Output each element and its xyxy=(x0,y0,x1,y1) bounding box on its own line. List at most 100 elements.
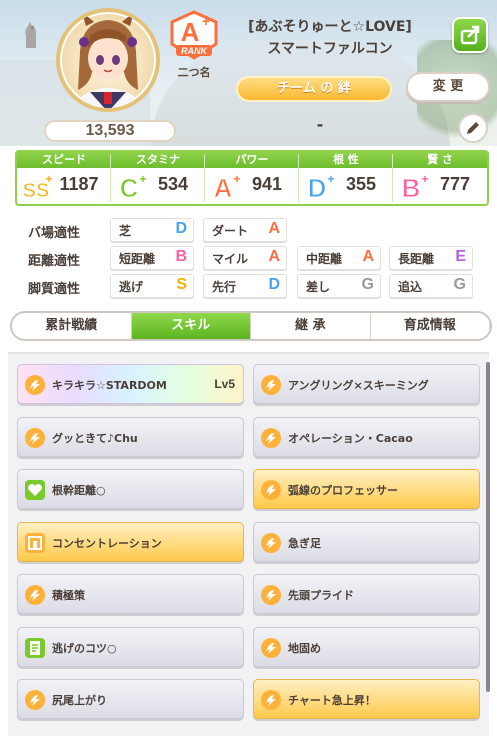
rank-grade: A xyxy=(181,17,200,47)
tab-2[interactable]: 継 承 xyxy=(251,313,371,339)
pencil-icon xyxy=(467,122,479,134)
aptitude-cell: 中距離 A xyxy=(297,246,381,270)
stat-grade-icon: B + xyxy=(401,172,428,202)
stat-value: 534 xyxy=(157,174,189,194)
speed-icon xyxy=(261,690,281,710)
change-button[interactable]: 変 更 xyxy=(406,72,490,102)
aptitude-cell: マイル A xyxy=(203,246,287,270)
trainer-name: [あぶそりゅーと☆LOVE] xyxy=(248,19,412,35)
profile-header: 13,593 A + RANK 二つ名 [あぶそりゅーと☆LOVE] スマートフ… xyxy=(0,0,497,146)
fan-score: 13,593 xyxy=(44,120,176,142)
aptitude-grade: A xyxy=(268,248,280,265)
gate-icon xyxy=(25,532,45,553)
skill-list: キラキラ☆STARDOM Lv5 アングリング×スキーミンググッときて♪Chu オペレ… xyxy=(8,352,489,736)
aptitude-grade: D xyxy=(268,276,280,293)
skill-name: キラキラ☆STARDOM xyxy=(52,379,167,392)
aptitude-grade: A xyxy=(268,220,280,237)
rank-plus-icon: + xyxy=(202,13,210,29)
heart-icon xyxy=(25,480,45,500)
skill-item[interactable]: 先頭プライド xyxy=(253,574,480,614)
speed-icon xyxy=(261,637,281,658)
speed-icon xyxy=(261,375,281,395)
stat-label: スピード xyxy=(17,152,111,168)
skill-item[interactable]: 地固め xyxy=(253,626,480,667)
aptitude-name: マイル xyxy=(212,252,249,266)
skill-name: コンセントレーション xyxy=(52,536,162,550)
skill-item[interactable]: 逃げのコツ○ xyxy=(17,626,244,667)
stat-4: 賢 さ B + 777 xyxy=(393,152,487,204)
stat-divider xyxy=(204,154,205,202)
aptitude-name: 差し xyxy=(306,280,331,294)
tab-0[interactable]: 累計戦績 xyxy=(12,313,132,339)
edit-button[interactable] xyxy=(458,113,488,143)
skill-level: Lv5 xyxy=(214,377,235,391)
skill-name: 地固め xyxy=(288,641,321,655)
stat-body: D + 355 xyxy=(299,168,393,204)
share-button[interactable] xyxy=(452,17,488,53)
stat-label: スタミナ xyxy=(111,152,205,168)
stat-body: C + 534 xyxy=(111,168,205,204)
stat-grade-icon: A + xyxy=(213,172,240,202)
skill-list-scrollbar[interactable] xyxy=(486,362,490,692)
team-banner: チーム の 絆 xyxy=(236,76,392,102)
skill-item[interactable]: グッときて♪Chu xyxy=(17,416,244,457)
skill-item[interactable]: チャート急上昇！ xyxy=(253,679,480,719)
aptitude-row-label: 距離適性 xyxy=(28,254,81,269)
tab-1[interactable]: スキル xyxy=(131,313,251,339)
tab-bar: 累計戦績 スキル継 承育成情報 xyxy=(10,311,492,341)
aptitude-grade: E xyxy=(455,248,466,265)
aptitude-name: ダート xyxy=(212,224,249,238)
aptitude-name: 長距離 xyxy=(398,252,435,266)
character-portrait[interactable] xyxy=(56,8,160,112)
skill-name: オペレーション・Cacao xyxy=(288,431,413,445)
speed-icon xyxy=(25,690,45,710)
stat-grade-icon: D + xyxy=(307,172,334,202)
stat-grade: C xyxy=(120,173,139,202)
stat-divider xyxy=(110,154,111,202)
speed-icon xyxy=(261,585,281,605)
aptitude-row-label: 脚質適性 xyxy=(28,282,81,297)
skill-name: アングリング×スキーミング xyxy=(288,379,429,392)
stat-value: 941 xyxy=(251,174,283,194)
aptitude-cell: 追込 G xyxy=(389,274,473,298)
skill-name: 尻尾上がり xyxy=(52,694,107,707)
aptitude-grade: D xyxy=(175,220,187,237)
skill-name: 逃げのコツ○ xyxy=(52,641,117,655)
skill-item[interactable]: アングリング×スキーミング xyxy=(253,364,480,404)
stat-grade-icon: C + xyxy=(119,172,146,202)
stat-1: スタミナ C + 534 xyxy=(111,152,205,204)
skill-item[interactable]: 急ぎ足 xyxy=(253,521,480,562)
aptitude-cell: 芝D xyxy=(110,218,194,242)
speed-icon xyxy=(261,480,281,500)
aptitude-cell: 差し G xyxy=(297,274,381,298)
skill-item[interactable]: 積極策 xyxy=(17,574,244,614)
aptitude-name: 追込 xyxy=(398,280,423,294)
skill-name: 根幹距離○ xyxy=(52,484,106,497)
speed-icon xyxy=(261,532,281,553)
speed-icon xyxy=(25,375,45,395)
stat-grade: B xyxy=(402,173,421,202)
speed-icon xyxy=(261,427,281,448)
character-name: スマートファルコン xyxy=(267,41,393,57)
stat-grade: A xyxy=(214,173,233,202)
skill-item[interactable]: オペレーション・Cacao xyxy=(253,416,480,457)
skill-item[interactable]: 弧線のプロフェッサー xyxy=(253,469,480,509)
aptitude-name: 芝 xyxy=(119,224,132,238)
team-value: - xyxy=(316,115,324,134)
nickname-label: 二つ名 xyxy=(177,66,211,79)
skill-name: グッときて♪Chu xyxy=(52,431,138,445)
stat-value: 777 xyxy=(439,174,471,194)
stat-label: パワー xyxy=(205,152,299,168)
stat-divider xyxy=(392,154,393,202)
tab-3[interactable]: 育成情報 xyxy=(371,313,490,339)
stat-grade-icon: SS+ xyxy=(23,172,53,202)
skill-item[interactable]: 根幹距離○ xyxy=(17,469,244,509)
skill-item[interactable]: キラキラ☆STARDOM Lv5 xyxy=(17,364,244,404)
aptitude-name: 先行 xyxy=(212,280,237,294)
skill-item[interactable]: 尻尾上がり xyxy=(17,679,244,719)
character-image xyxy=(71,12,145,108)
aptitude-name: 短距離 xyxy=(119,252,156,266)
stats-panel: スピード SS +1187 スタミナ C +534 パワー A +941 根 性 D +355 賢 さB… xyxy=(15,150,489,206)
stat-0: スピード SS + 1187 xyxy=(17,152,111,204)
skill-item[interactable]: コンセントレーション xyxy=(17,521,244,562)
